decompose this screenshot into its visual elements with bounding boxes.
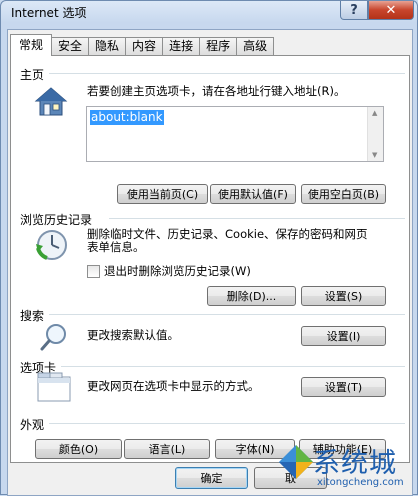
- tab-security[interactable]: 安全: [51, 37, 90, 56]
- history-section-title: 浏览历史记录: [20, 213, 93, 227]
- watermark-name: 系统城: [313, 448, 397, 479]
- tabs-settings-button[interactable]: 设置(T): [301, 377, 386, 397]
- title-bar[interactable]: Internet 选项 ? ✕: [1, 1, 418, 25]
- tabs-window-icon: [37, 372, 71, 402]
- general-tab-panel: 主页 若要创建主页选项卡，请在各地址行键入地址(R)。 about:blank …: [10, 55, 410, 463]
- search-divider: [49, 314, 405, 315]
- homepage-divider: [49, 73, 405, 74]
- homepage-description: 若要创建主页选项卡，请在各地址行键入地址(R)。: [87, 84, 346, 98]
- house-icon: [34, 87, 68, 116]
- history-description-line2: 表单信息。: [87, 240, 145, 254]
- tab-strip: 常规 安全 隐私 内容 连接 程序 高级: [10, 34, 275, 56]
- use-current-button[interactable]: 使用当前页(C): [117, 184, 208, 204]
- tab-advanced[interactable]: 高级: [236, 37, 275, 56]
- use-blank-button[interactable]: 使用空白页(B): [301, 184, 386, 204]
- tab-content[interactable]: 内容: [125, 37, 164, 56]
- homepage-address-value: about:blank: [90, 110, 164, 125]
- homepage-section-title: 主页: [20, 68, 45, 82]
- internet-options-window: Internet 选项 ? ✕ 常规 安全 隐私 内容 连接 程序 高级 主页 …: [0, 0, 418, 496]
- address-scrollbar[interactable]: ▲ ▼: [367, 107, 383, 161]
- appearance-section-title: 外观: [20, 418, 45, 432]
- tab-connections[interactable]: 连接: [162, 37, 201, 56]
- dialog-client-area: 常规 安全 隐私 内容 连接 程序 高级 主页 若要创建主页选项卡，请在各地址行…: [7, 29, 413, 496]
- tabs-divider: [61, 366, 405, 367]
- languages-button[interactable]: 语言(L): [124, 439, 210, 459]
- search-settings-button[interactable]: 设置(I): [301, 326, 386, 346]
- tab-privacy[interactable]: 隐私: [88, 37, 127, 56]
- watermark-diamond-icon: [279, 445, 313, 479]
- delete-on-exit-label[interactable]: 退出时删除浏览历史记录(W): [104, 265, 251, 278]
- colors-button[interactable]: 颜色(O): [35, 439, 122, 459]
- homepage-address-input[interactable]: about:blank ▲ ▼: [86, 106, 384, 162]
- search-description: 更改搜索默认值。: [87, 328, 179, 342]
- history-divider: [109, 218, 405, 219]
- ok-button[interactable]: 确定: [175, 467, 248, 489]
- scroll-up-icon[interactable]: ▲: [372, 109, 377, 117]
- tab-programs[interactable]: 程序: [199, 37, 238, 56]
- history-settings-button[interactable]: 设置(S): [301, 286, 386, 306]
- use-default-button[interactable]: 使用默认值(F): [210, 184, 296, 204]
- history-clock-icon: [36, 230, 67, 260]
- magnifier-icon: [40, 324, 66, 351]
- watermark-logo: 系统城 xitongcheng.com: [277, 439, 418, 496]
- tabs-description: 更改网页在选项卡中显示的方式。: [87, 379, 260, 393]
- close-button[interactable]: ✕: [368, 1, 414, 20]
- window-title: Internet 选项: [11, 6, 87, 20]
- delete-history-button[interactable]: 删除(D)...: [207, 286, 296, 306]
- tab-general[interactable]: 常规: [10, 34, 53, 56]
- scroll-down-icon[interactable]: ▼: [372, 151, 377, 159]
- help-button[interactable]: ?: [340, 1, 368, 20]
- delete-on-exit-checkbox[interactable]: [87, 265, 100, 278]
- appearance-divider: [49, 423, 405, 424]
- watermark-url: xitongcheng.com: [317, 477, 404, 488]
